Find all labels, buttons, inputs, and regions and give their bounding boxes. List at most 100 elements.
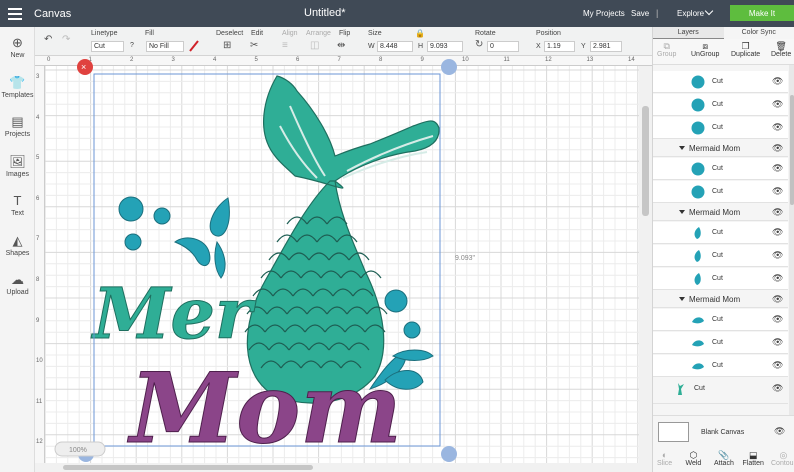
eye-icon[interactable]: 👁: [772, 186, 783, 197]
rotate-icon[interactable]: ↻: [475, 40, 483, 50]
deselect-icon[interactable]: ⊞: [223, 41, 231, 51]
word-mer[interactable]: Mer: [91, 272, 258, 356]
word-mom[interactable]: Mom: [127, 352, 403, 466]
layer-item[interactable]: Cut 👁: [653, 309, 788, 331]
eye-icon[interactable]: 👁: [772, 122, 783, 133]
bubble-medium[interactable]: [153, 207, 171, 225]
eye-icon[interactable]: 👁: [772, 383, 783, 394]
flatten-button[interactable]: ⬓ Flatten: [743, 450, 764, 467]
contour-button[interactable]: ◎ Contour: [771, 450, 794, 467]
y-input[interactable]: 2.981: [590, 41, 622, 52]
rotate-handle-icon[interactable]: [441, 59, 457, 75]
eye-icon[interactable]: 👁: [772, 99, 783, 110]
ungroup-button[interactable]: ⧈ UnGroup: [691, 41, 719, 58]
scale-handle-icon[interactable]: [441, 446, 457, 462]
no-fill-swatch-icon[interactable]: [188, 40, 200, 52]
layer-item[interactable]: Cut 👁: [653, 71, 788, 93]
sidebar-item-upload[interactable]: ☁ Upload: [0, 273, 35, 297]
expand-triangle-icon[interactable]: [679, 210, 685, 214]
chevron-down-icon[interactable]: [704, 6, 714, 16]
blank-canvas-swatch[interactable]: [658, 422, 689, 442]
mermaid-mom-artwork[interactable]: Mer Mom × 9.093" 100%: [35, 56, 652, 472]
save-button[interactable]: Save: [631, 9, 649, 18]
bubble-right-large[interactable]: [384, 289, 408, 313]
expand-triangle-icon[interactable]: [679, 146, 685, 150]
horizontal-scrollbar[interactable]: [35, 463, 639, 472]
layer-item[interactable]: Cut 👁: [653, 94, 788, 116]
lock-icon[interactable]: 🔒: [415, 29, 425, 39]
undo-icon[interactable]: ↶: [44, 35, 52, 45]
align-icon[interactable]: ≡: [282, 41, 288, 51]
eye-icon[interactable]: 👁: [772, 337, 783, 348]
hamburger-menu-icon[interactable]: [0, 0, 30, 27]
layer-item[interactable]: Cut 👁: [653, 268, 788, 290]
horizontal-scroll-thumb[interactable]: [63, 465, 313, 470]
eye-icon[interactable]: 👁: [772, 163, 783, 174]
tab-layers[interactable]: Layers: [653, 27, 724, 39]
layer-item[interactable]: Cut 👁: [653, 378, 788, 404]
slice-button[interactable]: ◐ Slice: [657, 450, 672, 467]
bubble-small[interactable]: [124, 233, 142, 251]
bubble-large[interactable]: [118, 196, 144, 222]
layer-group[interactable]: Mermaid Mom 👁: [653, 141, 788, 157]
bubble-right-small[interactable]: [403, 321, 421, 339]
sidebar-item-shapes[interactable]: ◭ Shapes: [0, 233, 35, 257]
layer-item[interactable]: Cut 👁: [653, 181, 788, 203]
panel-scrollbar[interactable]: [789, 65, 794, 440]
expand-triangle-icon[interactable]: [679, 297, 685, 301]
layer-item[interactable]: Cut 👁: [653, 245, 788, 267]
eye-icon[interactable]: 👁: [772, 76, 783, 87]
group-button[interactable]: ⧉ Group: [657, 41, 676, 58]
fill-select[interactable]: No Fill: [146, 41, 184, 52]
sidebar-item-images[interactable]: 🖼 Images: [0, 154, 35, 178]
layer-item[interactable]: Cut 👁: [653, 355, 788, 377]
eye-icon[interactable]: 👁: [772, 250, 783, 261]
delete-button[interactable]: 🗑 Delete: [771, 41, 791, 58]
weld-button[interactable]: ⬡ Weld: [686, 450, 702, 467]
sidebar-item-templates[interactable]: 👕 Templates: [0, 75, 35, 99]
rotate-input[interactable]: 0: [487, 41, 519, 52]
sidebar-item-label: Shapes: [5, 249, 30, 257]
eye-icon[interactable]: 👁: [772, 314, 783, 325]
x-input[interactable]: 1.19: [544, 41, 575, 52]
sidebar-item-new[interactable]: ⊕ New: [0, 36, 35, 60]
height-input[interactable]: 9.093: [427, 41, 463, 52]
eye-icon[interactable]: 👁: [772, 227, 783, 238]
hide-eye-icon[interactable]: 👁: [774, 426, 785, 437]
layer-group[interactable]: Mermaid Mom 👁: [653, 205, 788, 221]
vertical-scrollbar[interactable]: [639, 66, 652, 472]
eye-icon[interactable]: 👁: [772, 273, 783, 284]
duplicate-button[interactable]: ❐ Duplicate: [731, 41, 760, 58]
splash-drop-top[interactable]: [209, 197, 230, 237]
design-canvas[interactable]: 0 1 2 3 4 5 6 7 8 9 10 11 12 13 14 3 4 5 6 7 8 9 10 11 12 Mer M…: [35, 56, 652, 472]
tab-color-sync[interactable]: Color Sync: [724, 27, 794, 39]
eye-icon[interactable]: 👁: [772, 143, 783, 154]
eye-icon[interactable]: 👁: [772, 207, 783, 218]
redo-icon[interactable]: ↷: [62, 35, 70, 45]
layer-item[interactable]: Cut 👁: [653, 158, 788, 180]
edit-icon[interactable]: ✂: [250, 41, 258, 51]
width-input[interactable]: 8.448: [377, 41, 413, 52]
make-it-button[interactable]: Make It: [730, 5, 794, 21]
eye-icon[interactable]: 👁: [772, 360, 783, 371]
my-projects-link[interactable]: My Projects: [583, 9, 625, 18]
attach-button[interactable]: 📎 Attach: [714, 450, 734, 467]
document-title[interactable]: Untitled*: [304, 7, 346, 19]
layer-group[interactable]: Mermaid Mom 👁: [653, 292, 788, 308]
sidebar-item-projects[interactable]: ▤ Projects: [0, 115, 35, 139]
arrange-icon[interactable]: ◫: [310, 41, 319, 51]
splash-drop-left[interactable]: [174, 237, 211, 267]
flip-icon[interactable]: ⇹: [337, 41, 345, 51]
layer-item[interactable]: Cut 👁: [653, 222, 788, 244]
sidebar-item-text[interactable]: T Text: [0, 194, 35, 218]
explore-dropdown[interactable]: Explore: [677, 9, 704, 18]
layer-item-label: Cut: [712, 252, 723, 259]
vertical-scroll-thumb[interactable]: [642, 106, 649, 216]
panel-scroll-thumb[interactable]: [790, 95, 794, 205]
eye-icon[interactable]: 👁: [772, 294, 783, 305]
layer-item[interactable]: Cut 👁: [653, 117, 788, 139]
height-label: H: [418, 43, 424, 50]
linetype-select[interactable]: Cut: [91, 41, 124, 52]
help-icon[interactable]: ?: [130, 42, 134, 49]
layer-item[interactable]: Cut 👁: [653, 332, 788, 354]
